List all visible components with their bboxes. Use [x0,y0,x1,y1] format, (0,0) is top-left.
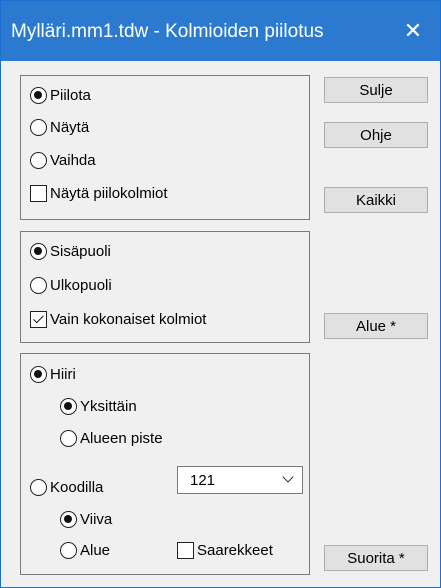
radio-single-label: Yksittäin [80,398,137,415]
radio-line[interactable]: Viiva [60,511,112,528]
radio-outside-label: Ulkopuoli [50,277,112,294]
radio-mouse[interactable]: Hiiri [30,366,76,383]
radio-by-code[interactable]: Koodilla [30,479,103,496]
radio-hide-label: Piilota [50,87,91,104]
radio-inside-label: Sisäpuoli [50,243,111,260]
area-button-label: Alue * [355,317,397,335]
radio-line-label: Viiva [80,511,113,528]
help-button[interactable]: Ohje [324,122,428,148]
radio-show-indicator[interactable] [30,119,47,136]
radio-show-label: Näytä [50,119,90,136]
radio-by-code-indicator[interactable] [30,479,47,496]
close-icon: ✕ [403,18,423,43]
title-bar: Mylläri.mm1.tdw - Kolmioiden piilotus ✕ [1,1,440,61]
window-title: Mylläri.mm1.tdw - Kolmioiden piilotus [11,21,324,42]
radio-by-code-label: Koodilla [50,479,104,496]
radio-outside-indicator[interactable] [30,277,47,294]
show-hidden-label: Näytä piilokolmiot [50,185,168,202]
whole-only-label: Vain kokonaiset kolmiot [50,311,207,328]
all-button-label: Kaikki [355,191,396,209]
radio-show[interactable]: Näytä [30,119,89,136]
radio-area-point-label: Alueen piste [80,430,163,447]
radio-toggle[interactable]: Vaihda [30,152,96,169]
radio-line-indicator[interactable] [60,511,77,528]
radio-single[interactable]: Yksittäin [60,398,137,415]
close-button[interactable]: Sulje [324,77,428,103]
whole-only-checkbox[interactable]: Vain kokonaiset kolmiot [30,311,206,328]
close-button-label: Sulje [359,81,393,99]
radio-mouse-label: Hiiri [50,366,76,383]
whole-only-check-indicator[interactable] [30,311,47,328]
help-button-label: Ohje [360,126,392,144]
dialog-window: Mylläri.mm1.tdw - Kolmioiden piilotus ✕ … [0,0,441,588]
close-window-button[interactable]: ✕ [386,1,440,61]
area-button[interactable]: Alue * [324,313,428,339]
all-button[interactable]: Kaikki [324,187,428,213]
islands-checkbox[interactable]: Saarekkeet [177,542,273,559]
radio-area-indicator[interactable] [60,542,77,559]
chevron-down-icon [282,471,294,483]
radio-area[interactable]: Alue [60,542,110,559]
show-hidden-check-indicator[interactable] [30,185,47,202]
radio-inside-indicator[interactable] [30,243,47,260]
radio-mouse-indicator[interactable] [30,366,47,383]
radio-single-indicator[interactable] [60,398,77,415]
show-hidden-checkbox[interactable]: Näytä piilokolmiot [30,185,168,202]
run-button-label: Suorita * [347,549,405,567]
radio-area-point-indicator[interactable] [60,430,77,447]
islands-check-indicator[interactable] [177,542,194,559]
radio-outside[interactable]: Ulkopuoli [30,277,112,294]
code-select[interactable]: 121 [177,466,303,494]
radio-hide-indicator[interactable] [30,87,47,104]
radio-hide[interactable]: Piilota [30,87,91,104]
radio-inside[interactable]: Sisäpuoli [30,243,111,260]
radio-toggle-indicator[interactable] [30,152,47,169]
run-button[interactable]: Suorita * [324,545,428,571]
islands-label: Saarekkeet [197,542,273,559]
radio-area-label: Alue [80,542,111,559]
code-select-value: 121 [190,472,216,489]
radio-area-point[interactable]: Alueen piste [60,430,163,447]
radio-toggle-label: Vaihda [50,152,96,169]
